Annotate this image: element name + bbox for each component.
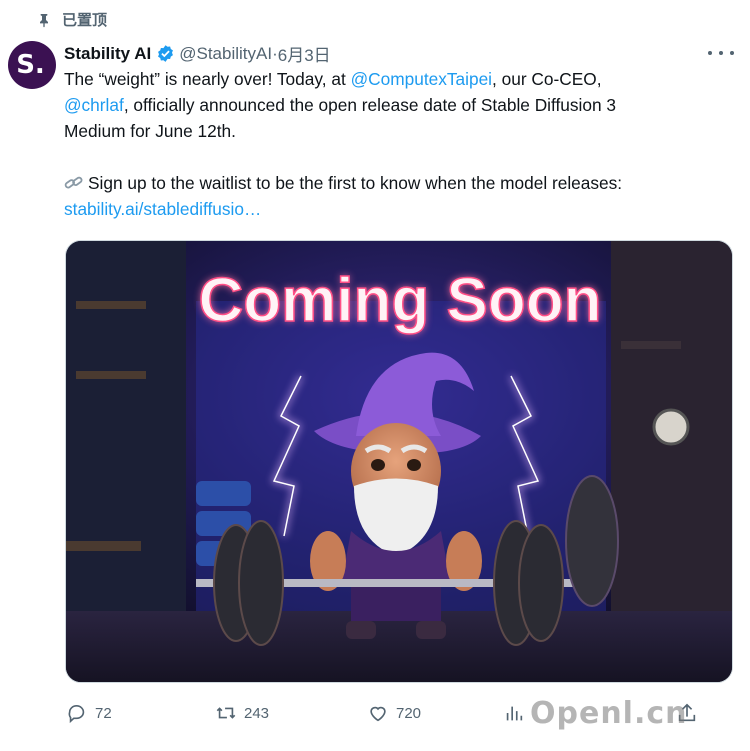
views-icon xyxy=(506,706,523,721)
reply-button[interactable]: 72 xyxy=(66,702,112,724)
retweet-count: 243 xyxy=(244,704,270,722)
pinned-indicator: 已置顶 xyxy=(36,9,107,30)
like-button[interactable]: 720 xyxy=(367,702,421,724)
waitlist-link[interactable]: stability.ai/stablediffusio… xyxy=(64,199,261,219)
tweet-header: Stability AI @StabilityAI · 6月3日 xyxy=(64,41,331,66)
author-handle[interactable]: @StabilityAI xyxy=(179,44,272,64)
tweet-line-1: The “weight” is nearly over! Today, at @… xyxy=(64,69,602,89)
reply-count: 72 xyxy=(95,704,112,722)
pinned-label: 已置顶 xyxy=(62,12,108,29)
avatar-letter: S. xyxy=(16,50,45,80)
watermark: Openl.cn xyxy=(530,696,688,731)
author-name[interactable]: Stability AI xyxy=(64,44,151,64)
media-headline: Coming Soon xyxy=(199,266,602,335)
tweet-image[interactable]: Coming Soon Coming Soon xyxy=(65,240,733,683)
pin-icon xyxy=(40,13,48,27)
avatar[interactable]: S. xyxy=(8,41,56,89)
wizard-weightlifting-illustration: Coming Soon Coming Soon xyxy=(66,241,732,682)
mention-chrlaf[interactable]: @chrlaf xyxy=(64,95,124,115)
tweet-line-2: @chrlaf, officially announced the open r… xyxy=(64,95,617,115)
like-count: 720 xyxy=(396,704,422,722)
verified-badge-icon[interactable] xyxy=(156,44,175,63)
link-emoji-icon xyxy=(64,176,83,189)
views-button[interactable] xyxy=(503,702,525,724)
heart-icon xyxy=(370,706,386,722)
tweet-line-4: Sign up to the waitlist to be the first … xyxy=(64,170,734,196)
retweet-icon xyxy=(216,707,236,719)
reply-icon xyxy=(68,705,85,724)
retweet-button[interactable]: 243 xyxy=(215,702,269,724)
tweet-date[interactable]: 6月3日 xyxy=(278,41,331,66)
tweet-text: The “weight” is nearly over! Today, at @… xyxy=(64,66,734,222)
mention-computextaipei[interactable]: @ComputexTaipei xyxy=(351,69,492,89)
tweet-line-3: Medium for June 12th. xyxy=(64,121,236,141)
more-options-icon[interactable] xyxy=(708,44,734,62)
